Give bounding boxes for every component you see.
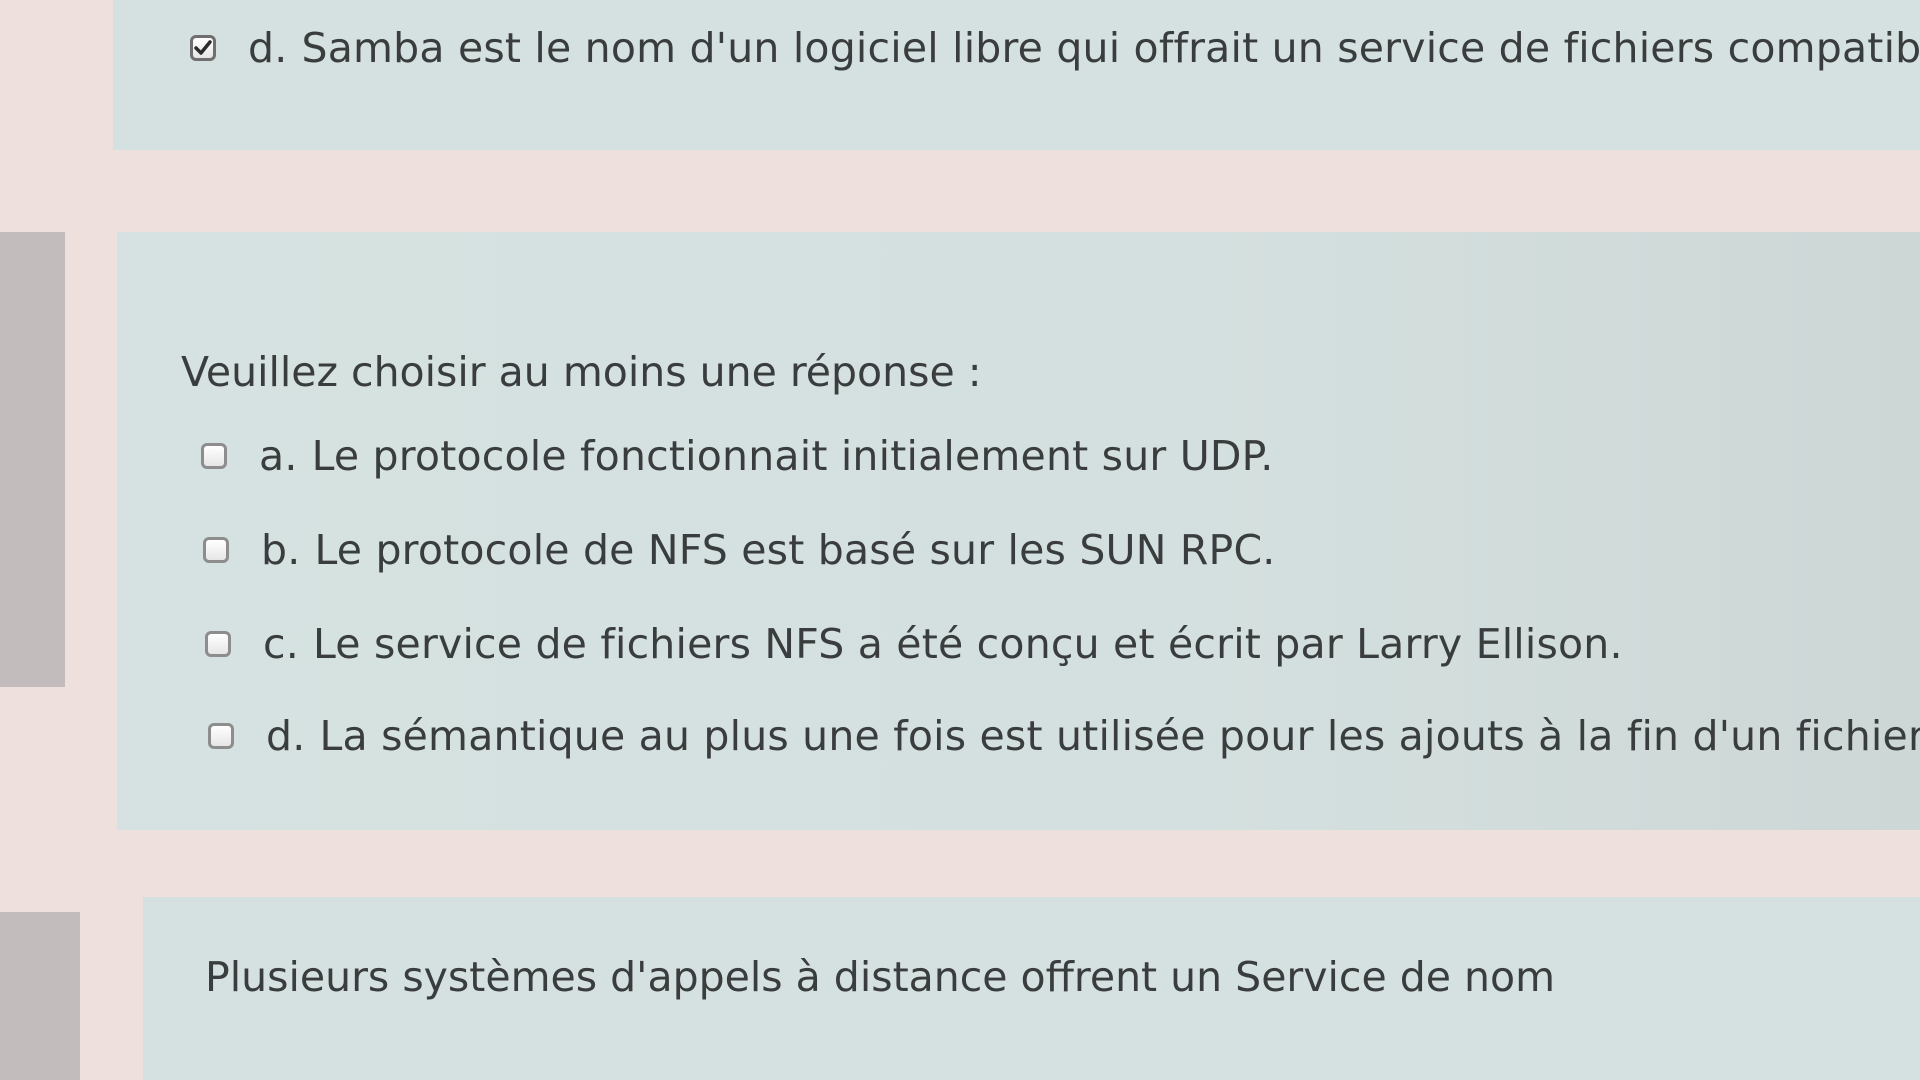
checkbox-icon[interactable] [208, 723, 234, 749]
option-d[interactable]: d. La sémantique au plus une fois est ut… [208, 712, 1920, 760]
checkbox-icon[interactable] [201, 443, 227, 469]
option-text: Le protocole de NFS est basé sur les SUN… [314, 526, 1276, 574]
question-info-strip [0, 912, 80, 1080]
option-letter: c. [263, 620, 299, 668]
previous-option-d[interactable]: d. Samba est le nom d'un logiciel libre … [190, 24, 1920, 72]
question-text: Plusieurs systèmes d'appels à distance o… [205, 953, 1556, 1001]
next-question-panel: Plusieurs systèmes d'appels à distance o… [143, 897, 1920, 1080]
option-c[interactable]: c. Le service de fichiers NFS a été conç… [205, 620, 1623, 668]
option-b[interactable]: b. Le protocole de NFS est basé sur les … [203, 526, 1276, 574]
option-text: La sémantique au plus une fois est utili… [319, 712, 1920, 760]
checkmark-icon [194, 40, 212, 55]
option-text: Le service de fichiers NFS a été conçu e… [312, 620, 1623, 668]
checkbox-icon[interactable] [205, 631, 231, 657]
option-a[interactable]: a. Le protocole fonctionnait initialemen… [201, 432, 1273, 480]
option-letter: d. [266, 712, 306, 760]
checkbox-checked-icon[interactable] [190, 35, 216, 61]
current-question-panel: Veuillez choisir au moins une réponse : … [117, 232, 1920, 830]
checkbox-icon[interactable] [203, 537, 229, 563]
option-letter: d. [248, 24, 288, 72]
previous-question-panel: d. Samba est le nom d'un logiciel libre … [113, 0, 1920, 150]
option-text: Samba est le nom d'un logiciel libre qui… [301, 24, 1920, 72]
answer-prompt: Veuillez choisir au moins une réponse : [181, 348, 982, 396]
question-info-strip [0, 232, 65, 687]
option-letter: a. [259, 432, 298, 480]
option-text: Le protocole fonctionnait initialement s… [311, 432, 1274, 480]
option-letter: b. [261, 526, 301, 574]
